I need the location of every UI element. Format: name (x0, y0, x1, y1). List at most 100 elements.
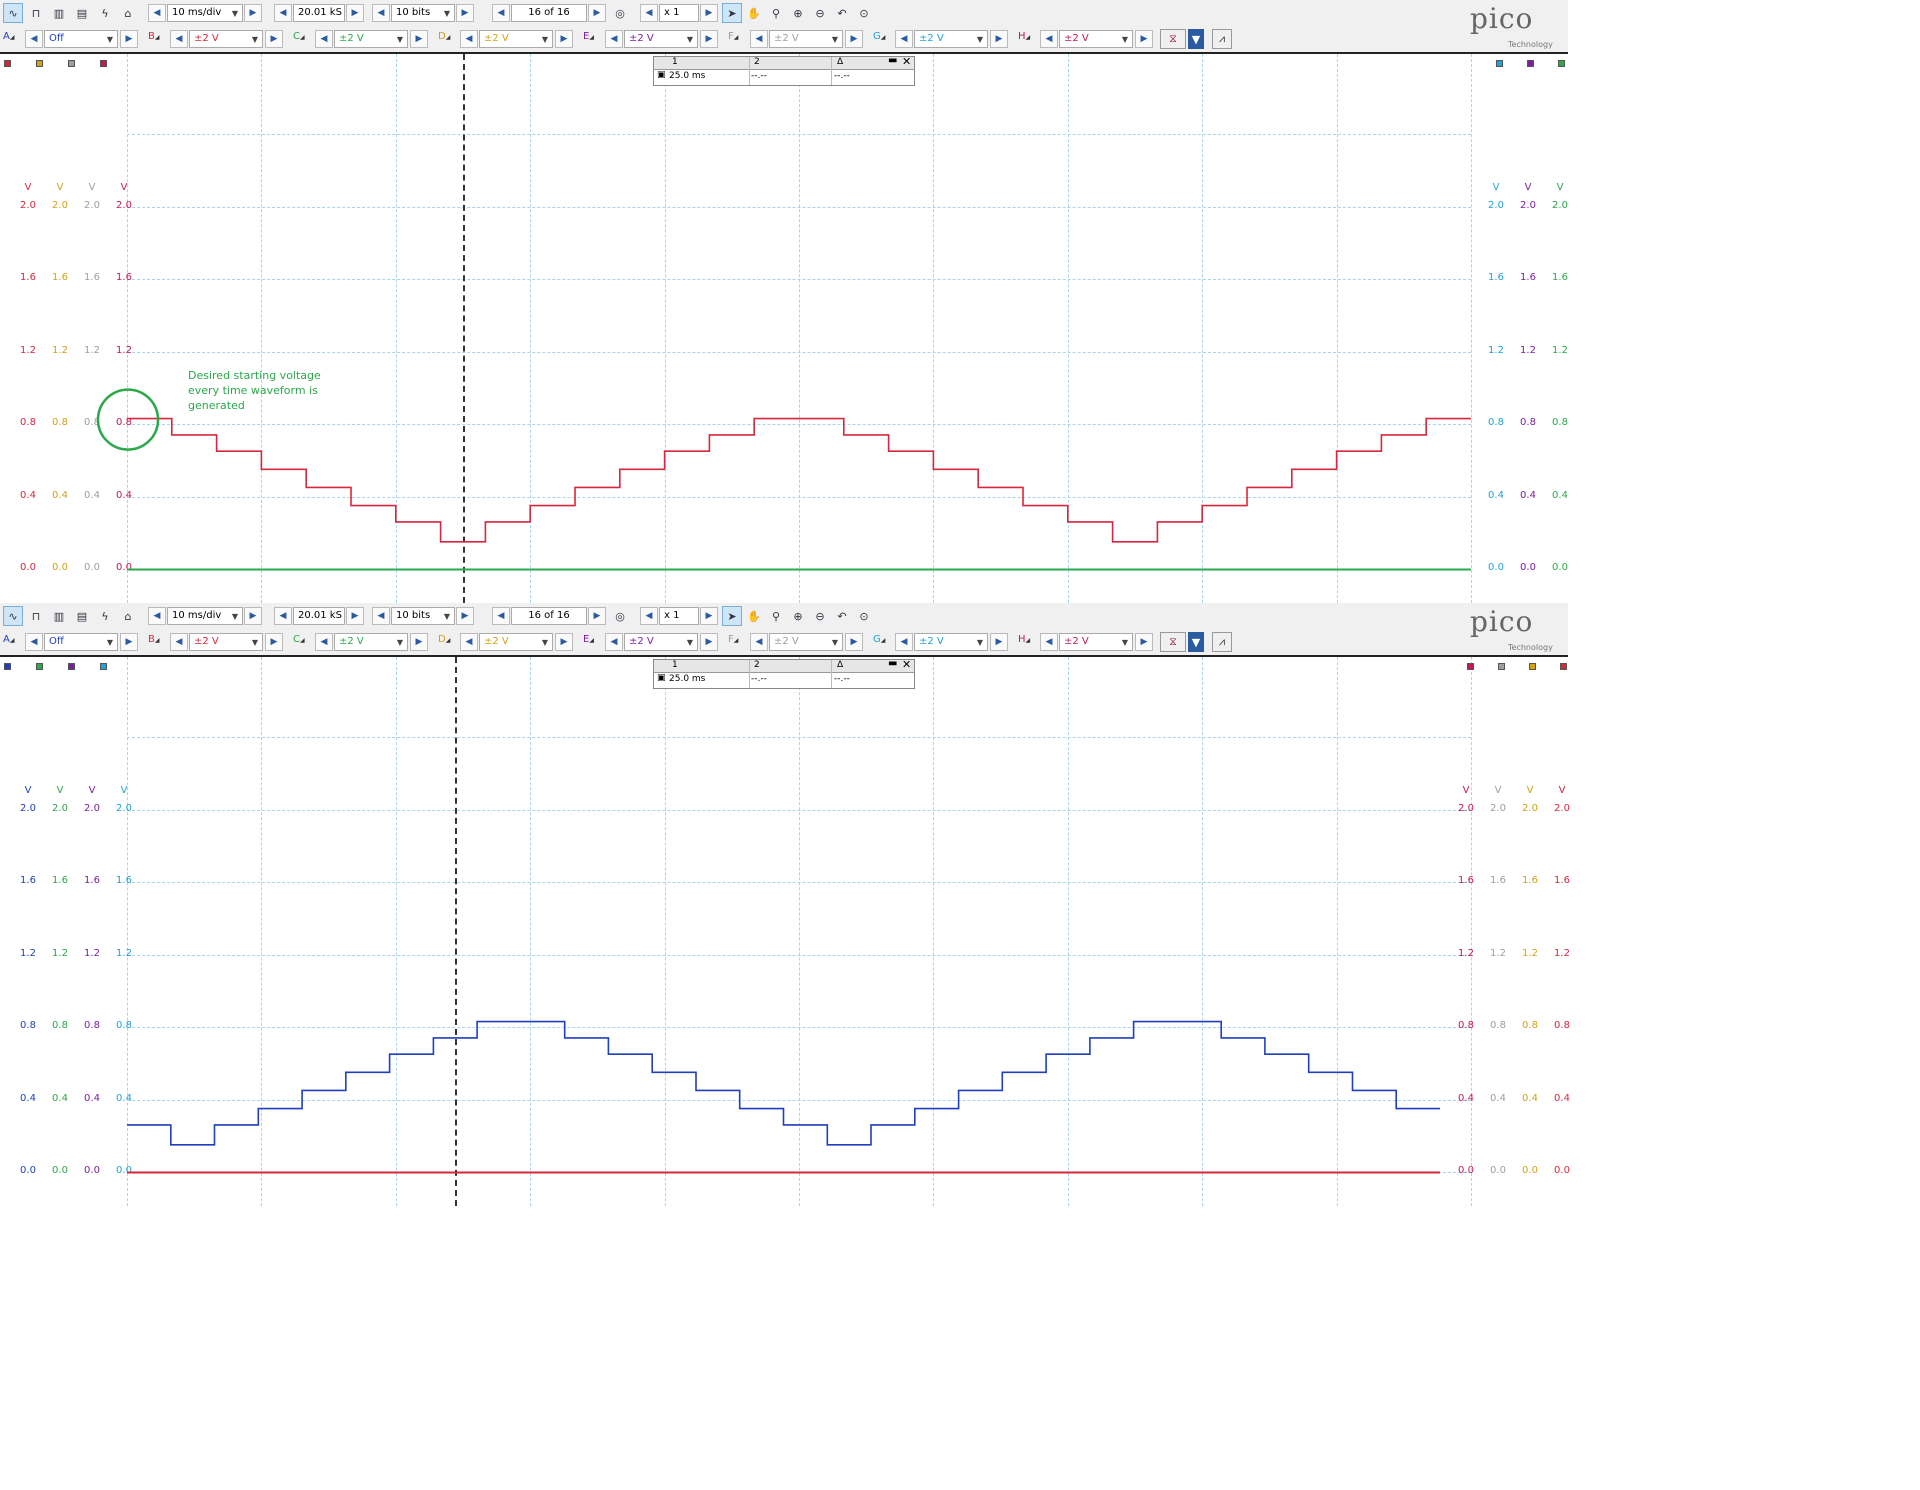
channel-h-range-prev[interactable]: ◀ (1040, 30, 1058, 48)
zoom-tool-icon[interactable]: ⚲ (766, 606, 786, 626)
channel-b-letter[interactable]: B◢ (148, 634, 160, 645)
channel-range-dropdown-icon[interactable]: ▼ (1118, 30, 1132, 48)
spectrum-disabled-icon[interactable]: ▤ (72, 606, 92, 626)
channel-g-range-next[interactable]: ▶ (990, 30, 1008, 48)
minimize-icon[interactable]: ▬ (888, 658, 897, 669)
channel-g-range-prev[interactable]: ◀ (895, 633, 913, 651)
channel-f-range-prev[interactable]: ◀ (750, 633, 768, 651)
ruler-measurement-table[interactable]: 1 2 Δ ▬ ✕ ▣ 25.0 ms --.-- --.-- (653, 55, 915, 86)
resolution-prev-button[interactable]: ◀ (372, 607, 390, 625)
channel-options-icon[interactable]: ◢ (300, 637, 305, 644)
scope-mode-icon[interactable]: ∿ (3, 3, 23, 23)
channel-options-icon[interactable]: ◢ (10, 637, 15, 644)
channel-e-letter[interactable]: E◢ (583, 31, 594, 42)
zoom-out-icon[interactable]: ⊖ (810, 3, 830, 23)
channel-options-icon[interactable]: ◢ (446, 34, 451, 41)
channel-options-icon[interactable]: ◢ (589, 637, 594, 644)
trigger-compass-icon[interactable]: ◎ (610, 3, 630, 23)
channel-h-range-next[interactable]: ▶ (1135, 633, 1153, 651)
channel-range-dropdown-icon[interactable]: ▼ (393, 633, 407, 651)
minimize-icon[interactable]: ▬ (888, 55, 897, 66)
channel-d-letter[interactable]: D◢ (438, 634, 450, 645)
channel-range-dropdown-icon[interactable]: ▼ (973, 633, 987, 651)
persistence-mode-icon[interactable]: ⊓ (26, 606, 46, 626)
channel-d-range-next[interactable]: ▶ (555, 30, 573, 48)
zoom-in-icon[interactable]: ⊕ (788, 606, 808, 626)
trigger-compass-icon[interactable]: ◎ (610, 606, 630, 626)
channel-options-icon[interactable]: ◢ (589, 34, 594, 41)
samples-prev-button[interactable]: ◀ (274, 4, 292, 22)
channel-a-range-next[interactable]: ▶ (120, 30, 138, 48)
scope-plot-area[interactable]: V 2.0 1.6 1.2 0.8 0.4 0.0 V 2.0 1.6 1.2 0.8 0.4 0.0 V 2… (0, 657, 1570, 1206)
channel-range-dropdown-icon[interactable]: ▼ (538, 633, 552, 651)
zoom-level-prev-button[interactable]: ◀ (640, 4, 658, 22)
channel-range-dropdown-icon[interactable]: ▼ (973, 30, 987, 48)
channel-b-range-next[interactable]: ▶ (265, 30, 283, 48)
channel-c-range-prev[interactable]: ◀ (315, 633, 333, 651)
channel-dropdown-icon[interactable]: ▼ (1188, 632, 1204, 652)
resolution-dropdown-icon[interactable]: ▼ (440, 4, 454, 22)
channel-g-range-next[interactable]: ▶ (990, 633, 1008, 651)
buffer-index-next-button[interactable]: ▶ (588, 607, 606, 625)
channel-range-dropdown-icon[interactable]: ▼ (683, 633, 697, 651)
close-icon[interactable]: ✕ (902, 55, 911, 68)
signal-generator-icon[interactable]: ⩘ (1212, 29, 1232, 49)
channel-options-icon[interactable]: ◢ (734, 637, 739, 644)
channel-h-range-prev[interactable]: ◀ (1040, 633, 1058, 651)
timebase-dropdown-icon[interactable]: ▼ (228, 4, 242, 22)
zoom-overview-icon[interactable]: ⊙ (854, 3, 874, 23)
pointer-tool-icon[interactable]: ➤ (722, 606, 742, 626)
timebase-prev-button[interactable]: ◀ (148, 4, 166, 22)
zoom-level-field[interactable]: x 1 (659, 607, 699, 625)
channel-c-range-next[interactable]: ▶ (410, 30, 428, 48)
home-icon[interactable]: ⌂ (118, 3, 138, 23)
channel-g-letter[interactable]: G◢ (873, 634, 885, 645)
samples-next-button[interactable]: ▶ (346, 607, 364, 625)
channel-options-icon[interactable]: ◢ (1026, 637, 1031, 644)
channel-b-letter[interactable]: B◢ (148, 31, 160, 42)
buffer-index-field[interactable]: 16 of 16 (511, 4, 587, 22)
buffer-index-next-button[interactable]: ▶ (588, 4, 606, 22)
channel-f-range-next[interactable]: ▶ (845, 30, 863, 48)
timebase-dropdown-icon[interactable]: ▼ (228, 607, 242, 625)
channel-d-range-next[interactable]: ▶ (555, 633, 573, 651)
ruler-measurement-table[interactable]: 1 2 Δ ▬ ✕ ▣ 25.0 ms --.-- --.-- (653, 658, 915, 689)
channel-f-range-next[interactable]: ▶ (845, 633, 863, 651)
undo-zoom-icon[interactable]: ↶ (832, 606, 852, 626)
channel-c-letter[interactable]: C◢ (293, 31, 305, 42)
timebase-next-button[interactable]: ▶ (244, 607, 262, 625)
ruler-row-checkbox[interactable]: ▣ (657, 673, 666, 683)
trigger-channel-icon[interactable]: ⧖ (1160, 29, 1186, 49)
channel-range-dropdown-icon[interactable]: ▼ (103, 633, 117, 651)
channel-range-dropdown-icon[interactable]: ▼ (248, 633, 262, 651)
resolution-next-button[interactable]: ▶ (456, 4, 474, 22)
samples-field[interactable]: 20.01 kS (293, 4, 345, 22)
ruler-row-checkbox[interactable]: ▣ (657, 70, 666, 80)
channel-c-letter[interactable]: C◢ (293, 634, 305, 645)
spectrum-mode-icon[interactable]: ▥ (49, 606, 69, 626)
channel-f-range-prev[interactable]: ◀ (750, 30, 768, 48)
channel-g-range-prev[interactable]: ◀ (895, 30, 913, 48)
scope-plot-area[interactable]: V 2.0 1.6 1.2 0.8 0.4 0.0 V 2.0 1.6 1.2 0.8 0.4 0.0 V 2… (0, 54, 1568, 603)
channel-e-range-prev[interactable]: ◀ (605, 633, 623, 651)
channel-a-letter[interactable]: A◢ (3, 634, 14, 645)
channel-f-letter[interactable]: F◢ (728, 31, 738, 42)
zoom-level-field[interactable]: x 1 (659, 4, 699, 22)
channel-b-range-next[interactable]: ▶ (265, 633, 283, 651)
channel-e-range-prev[interactable]: ◀ (605, 30, 623, 48)
buffer-index-prev-button[interactable]: ◀ (492, 607, 510, 625)
channel-dropdown-icon[interactable]: ▼ (1188, 29, 1204, 49)
channel-c-range-prev[interactable]: ◀ (315, 30, 333, 48)
resolution-next-button[interactable]: ▶ (456, 607, 474, 625)
channel-e-range-next[interactable]: ▶ (700, 633, 718, 651)
channel-h-letter[interactable]: H◢ (1018, 31, 1030, 42)
channel-range-dropdown-icon[interactable]: ▼ (248, 30, 262, 48)
channel-e-range-next[interactable]: ▶ (700, 30, 718, 48)
channel-h-range-next[interactable]: ▶ (1135, 30, 1153, 48)
resolution-dropdown-icon[interactable]: ▼ (440, 607, 454, 625)
channel-h-letter[interactable]: H◢ (1018, 634, 1030, 645)
channel-options-icon[interactable]: ◢ (300, 34, 305, 41)
channel-options-icon[interactable]: ◢ (1026, 34, 1031, 41)
hand-tool-icon[interactable]: ✋ (744, 3, 764, 23)
channel-a-range-prev[interactable]: ◀ (25, 30, 43, 48)
